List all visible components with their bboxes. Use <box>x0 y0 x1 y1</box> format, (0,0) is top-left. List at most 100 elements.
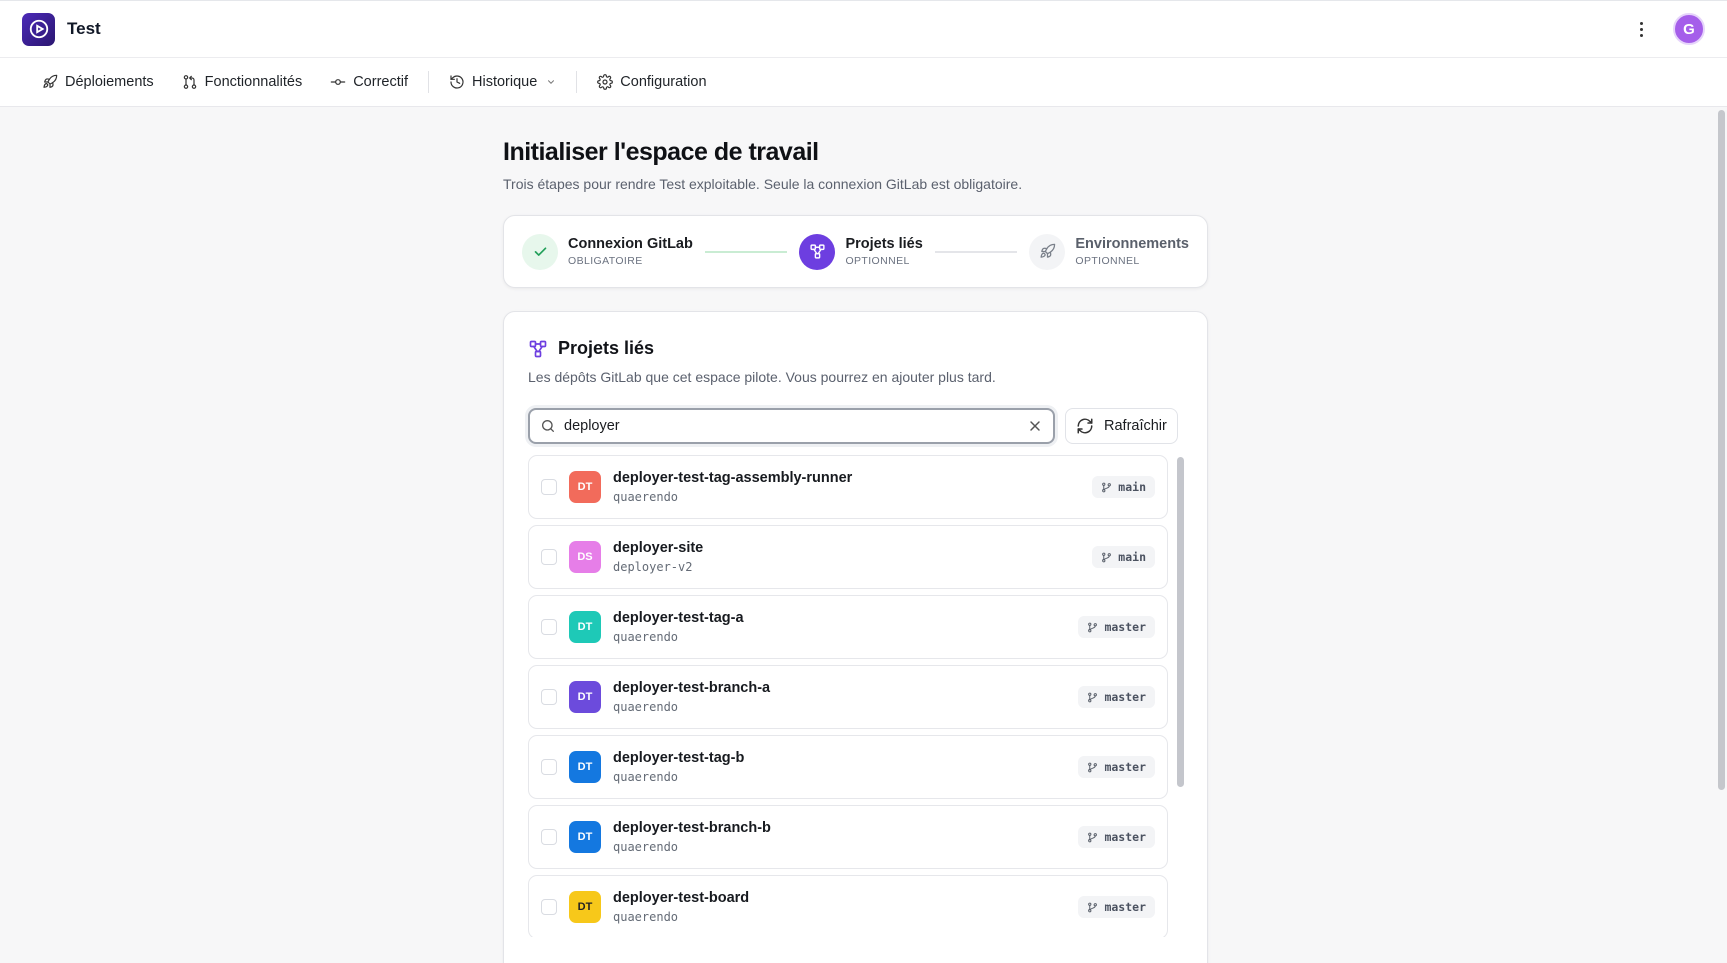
project-namespace: quaerendo <box>613 490 679 504</box>
nav-item-fonctionnalites[interactable]: Fonctionnalités <box>168 66 317 98</box>
git-branch-icon <box>1088 762 1098 772</box>
project-avatar: DT <box>569 821 601 853</box>
project-namespace: quaerendo <box>613 630 679 644</box>
history-icon <box>450 75 464 89</box>
git-branch-icon <box>1088 692 1098 702</box>
page-scroll-thumb[interactable] <box>1718 110 1725 790</box>
check-icon <box>534 247 546 256</box>
nav-item-historique[interactable]: Historique <box>435 66 570 98</box>
project-avatar: DT <box>569 611 601 643</box>
project-list-container: DT deployer-test-tag-assembly-runner qua… <box>528 455 1185 937</box>
refresh-button[interactable]: Rafraîchir <box>1065 408 1178 444</box>
setup-stepper: Connexion GitLab OBLIGATOIRE Projets lié… <box>503 215 1208 288</box>
branch-name: main <box>1118 550 1146 564</box>
project-namespace: deployer-v2 <box>613 560 693 574</box>
project-checkbox[interactable] <box>541 619 557 635</box>
project-row[interactable]: DS deployer-site deployer-v2 main <box>528 525 1168 589</box>
project-checkbox[interactable] <box>541 899 557 915</box>
clear-search-button[interactable] <box>1027 418 1043 434</box>
main-nav: Déploiements Fonctionnalités Correctif H… <box>0 58 1727 107</box>
project-checkbox[interactable] <box>541 829 557 845</box>
project-checkbox[interactable] <box>541 759 557 775</box>
nav-divider <box>428 71 429 93</box>
page-scrollbar[interactable] <box>1717 108 1726 790</box>
branch-name: master <box>1104 830 1146 844</box>
project-search-input[interactable] <box>564 418 1019 434</box>
git-commit-icon <box>330 79 346 85</box>
close-icon <box>1030 421 1040 431</box>
step-sublabel: OPTIONNEL <box>1075 255 1140 267</box>
project-checkbox[interactable] <box>541 689 557 705</box>
page-subtitle: Trois étapes pour rendre Test exploitabl… <box>503 176 1023 192</box>
project-avatar: DT <box>569 471 601 503</box>
project-row[interactable]: DT deployer-test-branch-a quaerendo mast… <box>528 665 1168 729</box>
branch-badge: master <box>1078 756 1155 778</box>
step-sublabel: OBLIGATOIRE <box>568 255 643 267</box>
branch-badge: main <box>1092 476 1155 498</box>
project-network-icon <box>529 340 547 357</box>
page-title: Initialiser l'espace de travail <box>503 138 819 166</box>
project-name: deployer-test-branch-a <box>613 680 771 696</box>
branch-name: master <box>1104 760 1146 774</box>
more-options-icon[interactable] <box>1631 15 1651 43</box>
project-row[interactable]: DT deployer-test-board quaerendo master <box>528 875 1168 937</box>
nav-item-correctif[interactable]: Correctif <box>316 66 422 98</box>
step-label: Connexion GitLab <box>568 236 693 252</box>
nav-divider <box>576 71 578 93</box>
chevron-down-icon <box>548 80 555 84</box>
git-branch-icon <box>1102 552 1112 562</box>
nav-item-deploiements[interactable]: Déploiements <box>28 66 168 98</box>
project-search-box <box>528 408 1055 444</box>
app-logo[interactable] <box>22 12 55 46</box>
project-avatar: DS <box>569 541 601 573</box>
project-row[interactable]: DT deployer-test-tag-b quaerendo master <box>528 735 1168 799</box>
project-avatar: DT <box>569 681 601 713</box>
card-title: Projets liés <box>558 338 655 358</box>
project-namespace: quaerendo <box>613 910 679 924</box>
step-status <box>799 233 836 270</box>
project-list: DT deployer-test-tag-assembly-runner qua… <box>528 455 1168 937</box>
project-name: deployer-test-branch-b <box>613 820 771 836</box>
project-checkbox[interactable] <box>541 549 557 565</box>
step-connexion-gitlab[interactable]: Connexion GitLab OBLIGATOIRE <box>522 233 693 270</box>
step-environnements[interactable]: Environnements OPTIONNEL <box>1029 233 1189 270</box>
top-bar: Test G <box>0 0 1727 58</box>
card-description: Les dépôts GitLab que cet espace pilote.… <box>528 369 996 385</box>
project-name: deployer-test-tag-b <box>613 750 745 766</box>
git-branch-icon <box>1088 902 1098 912</box>
project-name: deployer-test-board <box>613 890 750 906</box>
nav-item-configuration[interactable]: Configuration <box>583 66 720 98</box>
project-namespace: quaerendo <box>613 700 679 714</box>
branch-badge: main <box>1092 546 1155 568</box>
git-branch-icon <box>1088 622 1098 632</box>
project-name: deployer-site <box>613 540 704 556</box>
search-icon <box>542 420 554 432</box>
step-projets-lies[interactable]: Projets liés OPTIONNEL <box>799 233 923 270</box>
project-namespace: quaerendo <box>613 770 679 784</box>
branch-name: main <box>1118 480 1146 494</box>
project-row[interactable]: DT deployer-test-branch-b quaerendo mast… <box>528 805 1168 869</box>
branch-badge: master <box>1078 686 1155 708</box>
step-label: Projets liés <box>845 236 923 252</box>
project-row[interactable]: DT deployer-test-tag-a quaerendo master <box>528 595 1168 659</box>
branch-badge: master <box>1078 616 1155 638</box>
project-checkbox[interactable] <box>541 479 557 495</box>
app-title: Test <box>67 19 101 38</box>
step-label: Environnements <box>1075 236 1189 252</box>
project-namespace: quaerendo <box>613 840 679 854</box>
nav-label: Correctif <box>353 74 408 90</box>
branch-name: master <box>1104 900 1146 914</box>
rocket-icon <box>1040 243 1056 258</box>
project-name: deployer-test-tag-assembly-runner <box>613 470 853 486</box>
project-list-scroll-thumb[interactable] <box>1177 457 1184 787</box>
project-row[interactable]: DT deployer-test-tag-assembly-runner qua… <box>528 455 1168 519</box>
git-pull-request-icon <box>183 75 196 89</box>
git-branch-icon <box>1088 832 1098 842</box>
project-list-scrollbar[interactable] <box>1176 455 1185 937</box>
step-connector <box>934 250 1018 253</box>
rocket-icon <box>43 74 58 88</box>
gear-icon <box>597 74 614 90</box>
avatar[interactable]: G <box>1673 13 1705 45</box>
nav-label: Fonctionnalités <box>204 74 303 90</box>
step-connector <box>704 250 788 253</box>
